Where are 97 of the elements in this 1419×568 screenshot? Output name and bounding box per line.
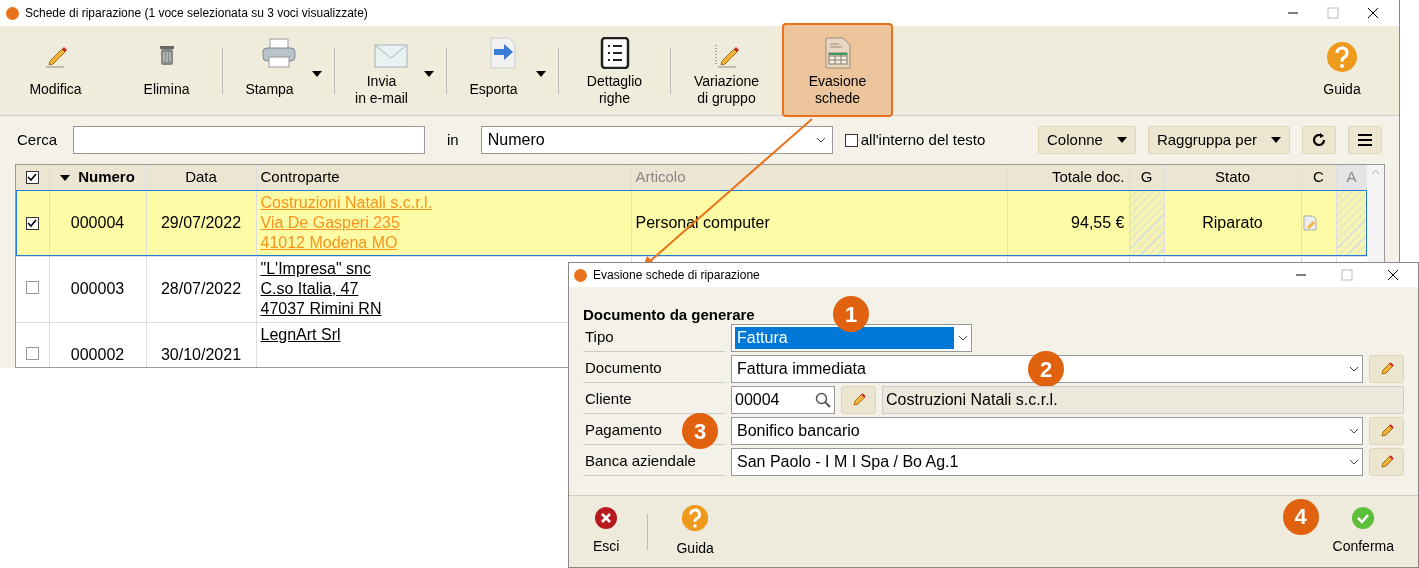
export-icon — [487, 36, 518, 69]
search-label: Cerca — [17, 129, 57, 150]
chevron-down-icon — [958, 335, 968, 341]
window-title: Schede di riparazione (1 voce selezionata su 3 voci visualizzate) — [25, 5, 368, 22]
in-label: in — [447, 129, 459, 150]
toolbar-button[interactable]: Modifica — [0, 22, 111, 117]
column-header[interactable]: Totale doc. — [1051, 168, 1125, 185]
help-icon — [681, 504, 710, 532]
app-logo-icon — [574, 268, 587, 282]
dropdown-field[interactable]: Fattura — [731, 324, 972, 352]
column-header[interactable]: C — [1313, 168, 1324, 185]
toolbar-button[interactable]: Esporta — [447, 22, 558, 117]
column-header[interactable]: Stato — [1215, 168, 1250, 185]
table-cell: 28/07/2022 — [160, 280, 242, 297]
app-logo-icon — [6, 6, 19, 20]
counterparty-link[interactable]: "L'Impresa" snc — [260, 258, 371, 279]
pencil-icon — [1378, 423, 1395, 439]
edit-button[interactable] — [1369, 355, 1404, 383]
client-code-field[interactable]: 00004 — [731, 386, 835, 414]
table-cell: 000003 — [70, 280, 125, 297]
column-header[interactable]: Data — [185, 168, 217, 185]
table-cell: Riparato — [1202, 214, 1263, 231]
pencil-icon — [1378, 454, 1395, 470]
search-icon — [815, 392, 831, 408]
caret-icon — [1116, 137, 1127, 143]
pencil-icon — [1378, 361, 1395, 377]
field-label: Cliente — [583, 386, 725, 414]
column-header[interactable]: Controparte — [260, 168, 340, 185]
table-cell: 000004 — [70, 214, 125, 231]
chevron-down-icon — [1349, 459, 1359, 465]
toolbar-button[interactable]: Evasione schede — [782, 22, 893, 117]
dialog-button[interactable]: Esci — [585, 506, 628, 557]
menu-icon — [1358, 134, 1372, 146]
chevron-down-icon — [815, 137, 826, 143]
table-cell: 30/10/2021 — [160, 346, 242, 363]
checkbox[interactable] — [25, 171, 39, 184]
checkmark-icon — [1351, 506, 1376, 530]
table-cell: 000002 — [70, 346, 125, 363]
dialog-title: Evasione schede di riparazione — [593, 267, 760, 284]
checkbox[interactable] — [844, 133, 858, 147]
table-cell: Personal computer — [635, 214, 770, 231]
cancel-icon — [594, 506, 619, 530]
edit-button[interactable] — [841, 386, 876, 414]
refresh-icon — [1311, 132, 1327, 148]
close-icon[interactable] — [1367, 7, 1379, 19]
pencil-icon — [850, 392, 867, 408]
table-cell: 29/07/2022 — [160, 214, 242, 231]
chevron-down-icon — [1349, 366, 1359, 372]
printer-icon — [260, 36, 297, 69]
dropdown-field[interactable]: Bonifico bancario — [731, 417, 1363, 445]
column-header[interactable]: Numero — [78, 168, 135, 185]
table-row[interactable]: 000004 29/07/2022 Costruzioni Natali s.c.r.l. Via De Gasperi 235 41012 Modena MO Personal computer 94,55 € Riparato — [16, 190, 1367, 256]
envelope-icon — [373, 42, 408, 69]
section-heading: Documento da generare — [583, 305, 755, 324]
field-label: Banca aziendale — [583, 448, 725, 476]
spreadsheet-icon — [823, 36, 852, 69]
checkbox[interactable] — [25, 216, 39, 230]
step-number-badge: 2 — [1028, 351, 1064, 387]
edit-button[interactable] — [1369, 448, 1404, 476]
step-number-badge: 4 — [1282, 498, 1319, 535]
search-field[interactable] — [73, 126, 425, 154]
dropdown-button[interactable]: Raggruppa per — [1147, 126, 1290, 154]
caret-icon — [1271, 137, 1281, 143]
chevron-down-icon — [1349, 428, 1359, 434]
toolbar-button[interactable]: Dettaglio righe — [559, 22, 670, 117]
sort-indicator-icon[interactable] — [60, 175, 71, 182]
counterparty-link[interactable]: 47037 Rimini RN — [260, 298, 382, 319]
close-icon[interactable] — [1387, 269, 1399, 281]
dropdown-field[interactable]: San Paolo - I M I Spa / Bo Ag.1 — [731, 448, 1363, 476]
table-cell: 94,55 € — [1071, 214, 1125, 231]
checkbox[interactable] — [25, 280, 39, 294]
edit-button[interactable] — [1369, 417, 1404, 445]
help-button[interactable]: Guida — [1307, 30, 1377, 111]
dialog-button[interactable]: Guida — [668, 504, 722, 559]
toolbar-button[interactable]: Elimina — [111, 22, 222, 117]
scroll-up-icon — [1371, 169, 1380, 175]
note-icon — [1301, 215, 1318, 231]
toolbar-button[interactable]: Stampa — [223, 22, 334, 117]
dropdown-button[interactable]: Colonne — [1038, 126, 1136, 154]
column-header[interactable]: G — [1140, 168, 1153, 185]
field-label: Tipo — [583, 324, 725, 352]
toolbar-button[interactable]: Variazione di gruppo — [671, 22, 782, 117]
checkbox-label: all'interno del testo — [860, 129, 986, 150]
counterparty-link[interactable]: C.so Italia, 47 — [260, 278, 359, 299]
list-icon — [599, 36, 630, 69]
field-label: Documento — [583, 355, 725, 383]
help-icon — [1326, 41, 1358, 73]
counterparty-link[interactable]: LegnArt Srl — [260, 324, 341, 345]
toolbar-button[interactable]: Invia in e-mail — [335, 22, 446, 117]
search-field-dropdown[interactable]: Numero — [480, 126, 833, 154]
menu-button[interactable] — [1348, 126, 1382, 154]
step-number-badge: 1 — [833, 296, 869, 332]
checkbox[interactable] — [25, 346, 39, 360]
refresh-button[interactable] — [1302, 126, 1336, 154]
step-number-badge: 3 — [682, 413, 718, 449]
dialog-button[interactable]: Conferma — [1324, 506, 1402, 557]
client-name-field: Costruzioni Natali s.c.r.l. — [882, 386, 1404, 414]
